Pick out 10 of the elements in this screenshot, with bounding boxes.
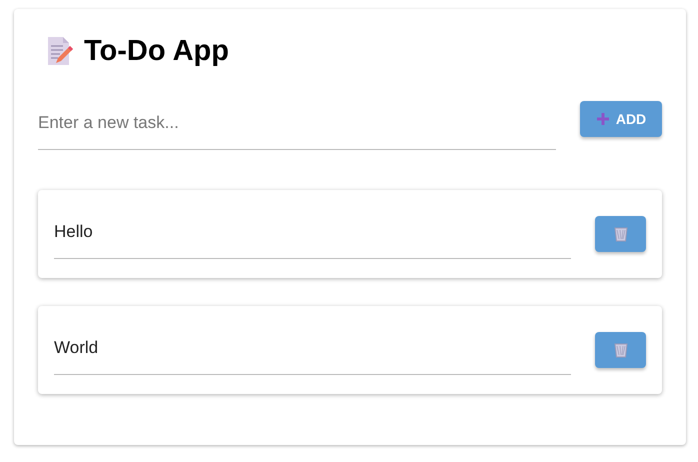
task-field[interactable]: Hello (54, 214, 571, 259)
trash-icon (614, 226, 628, 242)
plus-icon (596, 112, 610, 126)
delete-button[interactable] (595, 332, 646, 368)
memo-icon (46, 36, 74, 66)
trash-icon (614, 342, 628, 358)
new-task-field[interactable]: Enter a new task... (38, 105, 556, 150)
delete-button[interactable] (595, 216, 646, 252)
app-title: To-Do App (84, 34, 229, 68)
task-field[interactable]: World (54, 330, 571, 375)
